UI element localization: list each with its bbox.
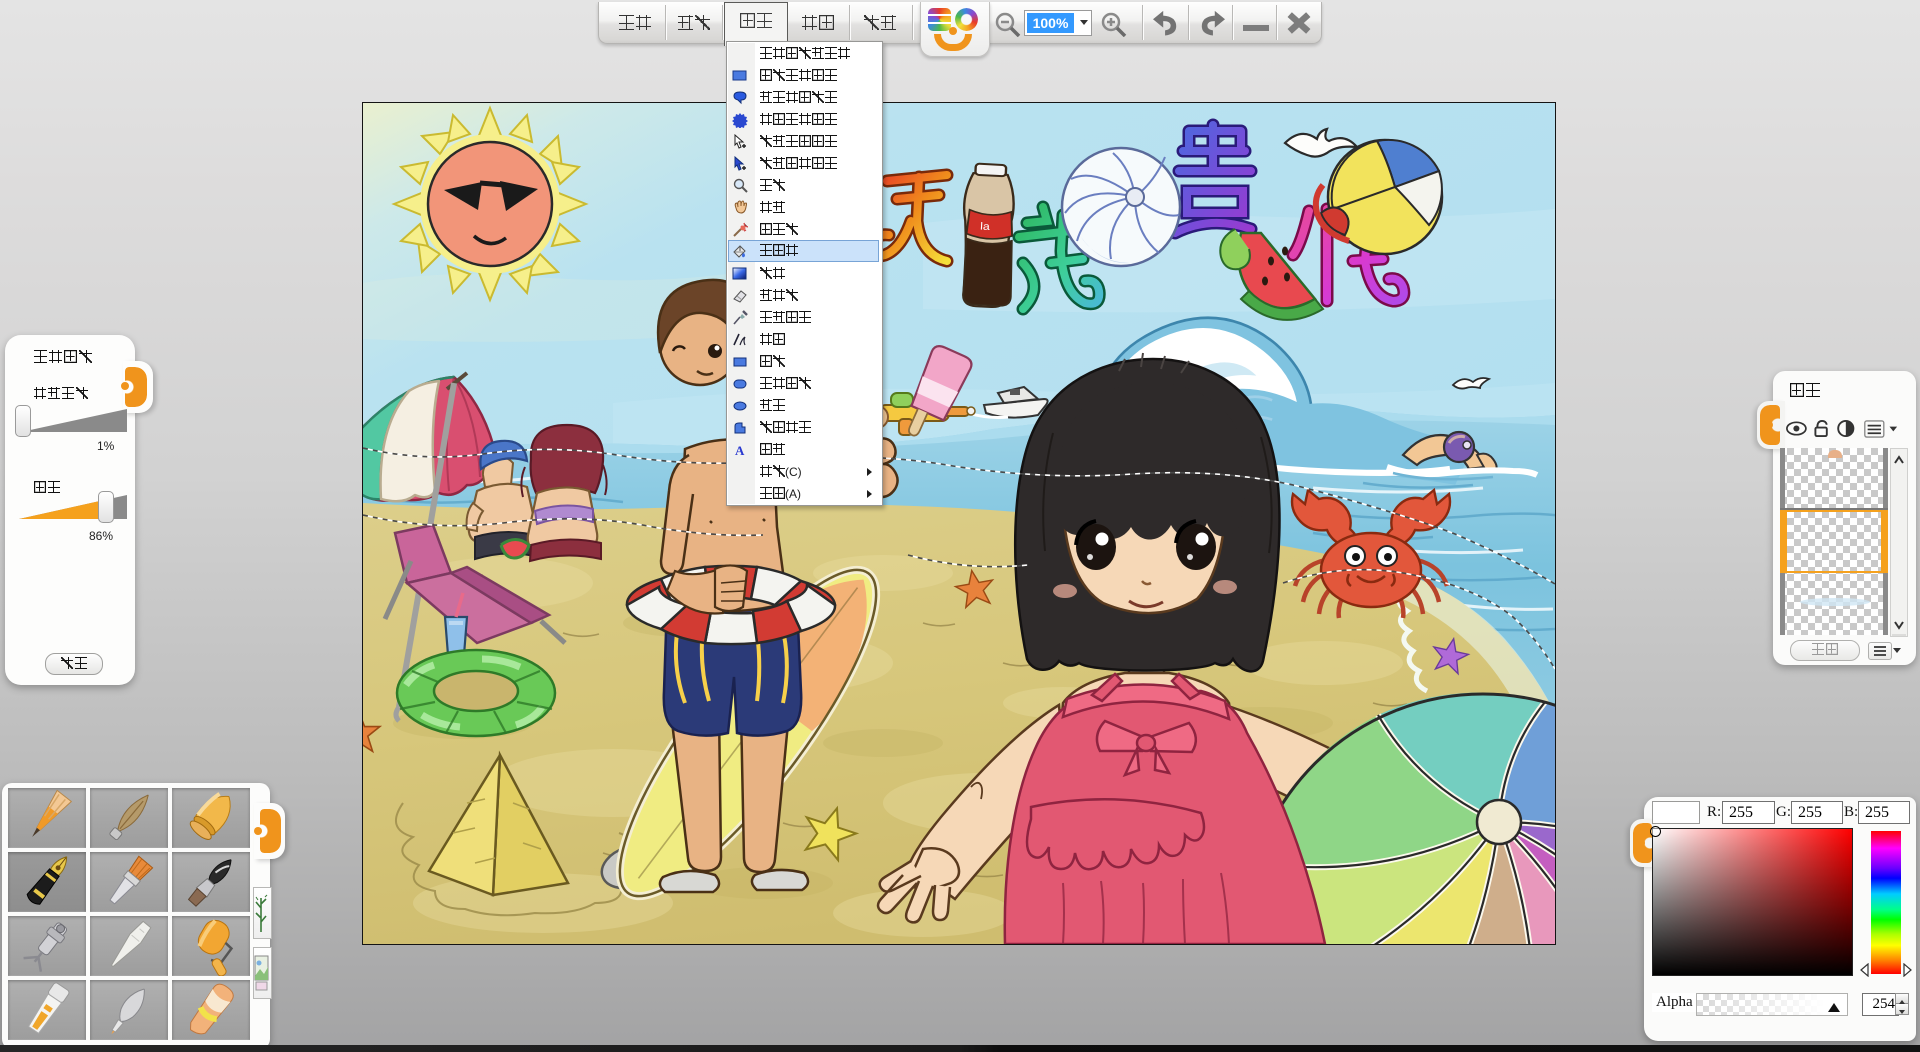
svg-text:A: A [735,443,745,458]
svg-text:la: la [980,221,991,232]
